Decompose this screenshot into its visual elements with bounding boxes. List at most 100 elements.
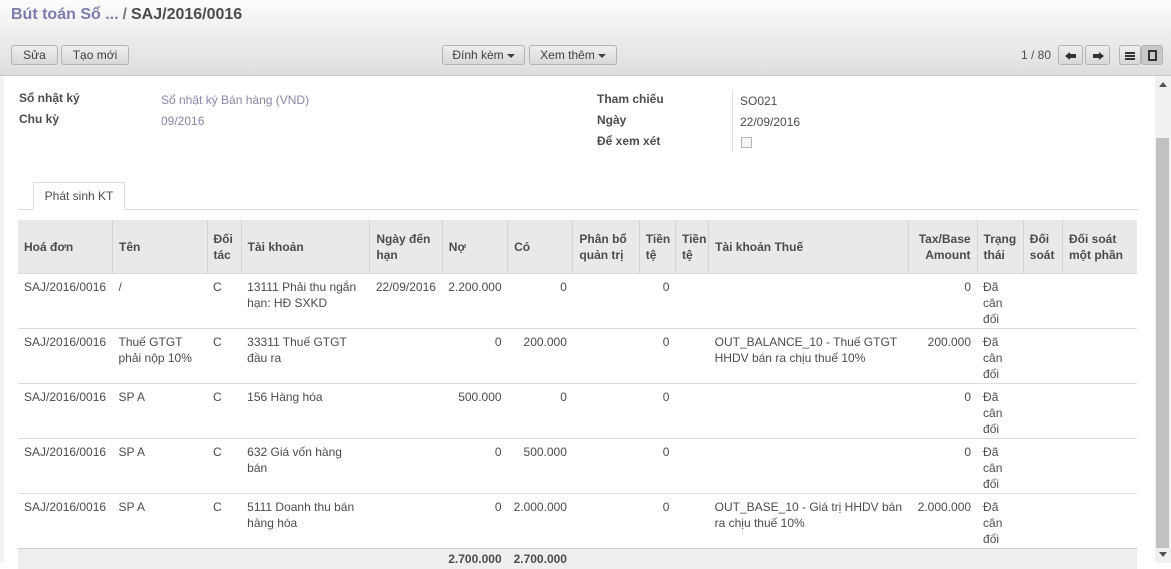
- table-row[interactable]: SAJ/2016/0016/C13111 Phải thu ngắn hạn: …: [18, 274, 1137, 329]
- table-cell: 0: [639, 439, 675, 494]
- table-cell: 0: [639, 329, 675, 384]
- table-cell: C: [207, 494, 241, 549]
- attachment-dropdown[interactable]: Đính kèm: [442, 45, 525, 65]
- table-cell: 0: [508, 384, 573, 439]
- totals-cell: [18, 549, 113, 569]
- more-dropdown[interactable]: Xem thêm: [529, 45, 617, 65]
- period-label: Chu kỳ: [19, 112, 59, 126]
- scroll-up-icon[interactable]: [1159, 82, 1167, 87]
- column-header[interactable]: Tên: [113, 220, 208, 274]
- table-cell: 0: [639, 274, 675, 329]
- table-body: SAJ/2016/0016/C13111 Phải thu ngắn hạn: …: [18, 274, 1137, 569]
- breadcrumb-separator: /: [123, 6, 127, 23]
- form-view-icon: [1148, 50, 1157, 61]
- arrow-left-icon: [1065, 51, 1077, 61]
- table-cell: 0: [639, 494, 675, 549]
- table-cell: [1062, 274, 1137, 329]
- column-header[interactable]: Đối soát: [1023, 220, 1062, 274]
- arrow-right-icon: [1092, 51, 1104, 61]
- table-cell: [573, 329, 639, 384]
- table-cell: [573, 274, 639, 329]
- vertical-scrollbar[interactable]: [1155, 76, 1171, 563]
- tab-journal-items[interactable]: Phát sinh KT: [33, 182, 125, 210]
- reference-value: SO021: [740, 94, 777, 108]
- breadcrumb-current: SAJ/2016/0016: [131, 6, 242, 23]
- table-cell: [370, 494, 442, 549]
- table-cell: C: [207, 384, 241, 439]
- date-label: Ngày: [597, 113, 626, 127]
- column-header[interactable]: Có: [508, 220, 573, 274]
- table-cell: /: [113, 274, 208, 329]
- table-cell: [370, 439, 442, 494]
- table-cell: [573, 494, 639, 549]
- next-record-button[interactable]: [1085, 45, 1110, 65]
- table-cell: 0: [442, 494, 507, 549]
- table-cell: SAJ/2016/0016: [18, 439, 113, 494]
- table-row[interactable]: SAJ/2016/0016SP AC5111 Doanh thu bán hàn…: [18, 494, 1137, 549]
- total-debit: 2.700.000: [442, 549, 507, 569]
- totals-cell: [909, 549, 977, 569]
- table-row[interactable]: SAJ/2016/0016Thuế GTGT phải nộp 10%C3331…: [18, 329, 1137, 384]
- period-link[interactable]: 09/2016: [161, 114, 204, 128]
- table-cell: 5111 Doanh thu bán hàng hóa: [241, 494, 370, 549]
- table-row[interactable]: SAJ/2016/0016SP AC632 Giá vốn hàng bán05…: [18, 439, 1137, 494]
- column-header[interactable]: Nợ: [442, 220, 507, 274]
- table-cell: 0: [442, 439, 507, 494]
- table-cell: C: [207, 439, 241, 494]
- totals-cell: [1062, 549, 1137, 569]
- table-cell: [709, 274, 909, 329]
- scroll-down-icon[interactable]: [1159, 552, 1167, 557]
- table-cell: [1062, 439, 1137, 494]
- table-cell: [1023, 439, 1062, 494]
- table-cell: [1062, 494, 1137, 549]
- list-view-button[interactable]: [1119, 45, 1141, 65]
- table-cell: [1023, 384, 1062, 439]
- edit-button-label: Sửa: [23, 48, 46, 62]
- column-header[interactable]: Trạng thái: [977, 220, 1023, 274]
- pager-value[interactable]: 1 / 80: [1021, 48, 1051, 62]
- field-divider: [732, 90, 733, 152]
- table-cell: Thuế GTGT phải nộp 10%: [113, 329, 208, 384]
- to-review-checkbox[interactable]: [741, 137, 752, 148]
- table-cell: 2.000.000: [909, 494, 977, 549]
- date-value: 22/09/2016: [740, 115, 800, 129]
- table-cell: Đã cân đối: [977, 329, 1023, 384]
- table-cell: 500.000: [442, 384, 507, 439]
- column-header[interactable]: Đối tác: [207, 220, 241, 274]
- table-cell: SP A: [113, 384, 208, 439]
- edit-button[interactable]: Sửa: [11, 45, 58, 65]
- table-cell: SAJ/2016/0016: [18, 274, 113, 329]
- form-view-button[interactable]: [1141, 45, 1163, 65]
- totals-cell: [207, 549, 241, 569]
- column-header[interactable]: Đối soát một phần: [1062, 220, 1137, 274]
- table-cell: 0: [442, 329, 507, 384]
- table-cell: [675, 329, 708, 384]
- column-header[interactable]: Tiền tệ: [675, 220, 708, 274]
- column-header[interactable]: Tiền tệ: [639, 220, 675, 274]
- column-header[interactable]: Tax/Base Amount: [909, 220, 977, 274]
- table-cell: [675, 274, 708, 329]
- column-header[interactable]: Tài khoản Thuế: [709, 220, 909, 274]
- column-header[interactable]: Ngày đến hạn: [370, 220, 442, 274]
- table-cell: 500.000: [508, 439, 573, 494]
- column-header[interactable]: Tài khoản: [241, 220, 370, 274]
- table-cell: SP A: [113, 439, 208, 494]
- table-cell: 2.000.000: [508, 494, 573, 549]
- table-cell: SAJ/2016/0016: [18, 384, 113, 439]
- table-row[interactable]: SAJ/2016/0016SP AC156 Hàng hóa500.000000…: [18, 384, 1137, 439]
- table-cell: SAJ/2016/0016: [18, 494, 113, 549]
- previous-record-button[interactable]: [1058, 45, 1083, 65]
- totals-cell: [573, 549, 639, 569]
- tab-journal-items-label: Phát sinh KT: [45, 189, 114, 203]
- table-cell: Đã cân đối: [977, 274, 1023, 329]
- table-cell: 13111 Phải thu ngắn hạn: HĐ SXKD: [241, 274, 370, 329]
- table-cell: Đã cân đối: [977, 494, 1023, 549]
- column-header[interactable]: Hoá đơn: [18, 220, 113, 274]
- create-button[interactable]: Tạo mới: [61, 45, 129, 65]
- breadcrumb-parent-link[interactable]: Bút toán Sổ ...: [11, 6, 119, 23]
- journal-link[interactable]: Sổ nhật ký Bán hàng (VND): [161, 93, 309, 107]
- totals-row: 2.700.0002.700.000: [18, 549, 1137, 569]
- scrollbar-thumb[interactable]: [1156, 138, 1169, 548]
- column-header[interactable]: Phân bổ quản trị: [573, 220, 639, 274]
- attachment-dropdown-label: Đính kèm: [452, 48, 503, 62]
